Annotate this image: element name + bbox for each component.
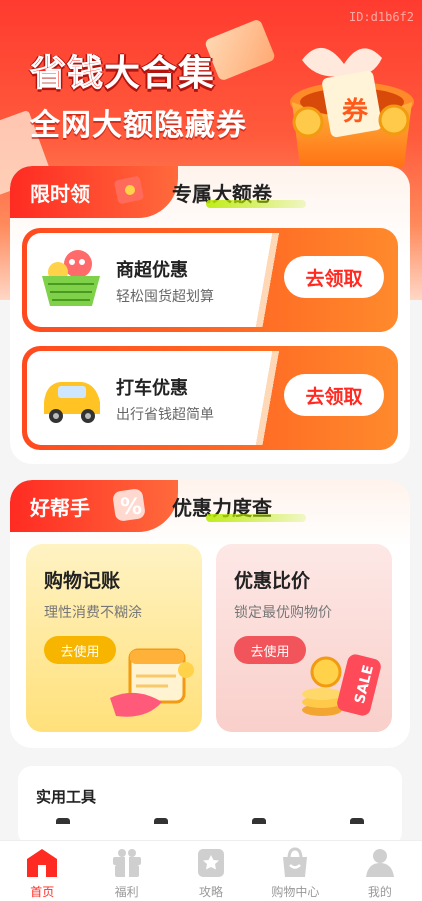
- limited-offer-header: 限时领 专属大额卷: [10, 166, 410, 218]
- tab-underline: [206, 200, 306, 208]
- offer-desc: 轻松囤货超划算: [116, 289, 214, 305]
- svg-text:%: %: [120, 495, 142, 520]
- tab-welfare-label: 福利: [114, 885, 139, 899]
- tool-icon-peek[interactable]: [56, 818, 70, 824]
- claim-button[interactable]: 去领取: [284, 256, 384, 298]
- tool-icon-peek[interactable]: [154, 818, 168, 824]
- sale-tag-icon: SALE: [302, 654, 381, 716]
- home-icon: [27, 849, 58, 877]
- offer-title: 商超优惠: [116, 260, 188, 281]
- limited-offer-card: 限时领 专属大额卷 商超优惠 轻松囤货超划算 去领取 打车优惠 出行省钱超简单 …: [10, 166, 410, 464]
- hero-title-rest: 大合集: [104, 53, 216, 94]
- offer-slant: [244, 233, 284, 327]
- tab-mine-label: 我的: [367, 885, 392, 899]
- red-envelope-icon: [114, 176, 144, 204]
- tab-underline: [206, 514, 306, 522]
- watermark-id: ID:d1b6f2: [348, 10, 414, 24]
- tool-icon-peek[interactable]: [350, 818, 364, 824]
- tool-icon-peek[interactable]: [252, 818, 266, 824]
- price-compare-tile[interactable]: 优惠比价 锁定最优购物价 去使用 SALE: [216, 544, 392, 732]
- offer-title: 打车优惠: [116, 378, 188, 399]
- tab-mine[interactable]: 我的: [338, 841, 422, 901]
- helper-header: 好帮手 % 优惠力度查: [10, 480, 410, 532]
- tile-title: 购物记账: [44, 570, 121, 592]
- user-icon: [365, 849, 394, 877]
- bookkeeping-tile[interactable]: 购物记账 理性消费不糊涂 去使用: [26, 544, 202, 732]
- tab-home[interactable]: 首页: [0, 841, 84, 901]
- offer-slant: [244, 351, 284, 445]
- bottom-tab-bar: 首页 福利 攻略 购物中心 我的: [0, 840, 422, 901]
- tab-helper-label: 好帮手: [30, 496, 90, 520]
- gift-icon: [112, 849, 141, 877]
- helper-card: 好帮手 % 优惠力度查 购物记账 理性消费不糊涂 去使用 优惠比价 锁定最优购物…: [10, 480, 410, 748]
- page: ID:d1b6f2 省钱大合集 全网大额隐藏券 券 限时领 专属大额卷 商超优惠…: [0, 0, 422, 901]
- claim-button[interactable]: 去领取: [284, 374, 384, 416]
- tab-shopping[interactable]: 购物中心: [253, 841, 337, 901]
- tools-section: 实用工具: [18, 766, 402, 846]
- percent-icon: %: [113, 489, 145, 521]
- tile-desc: 锁定最优购物价: [234, 605, 332, 621]
- offer-supermarket[interactable]: 商超优惠 轻松囤货超划算 去领取: [22, 228, 398, 332]
- tab-welfare[interactable]: 福利: [84, 841, 168, 901]
- hero-subtitle: 全网大额隐藏券: [30, 108, 247, 143]
- shopping-bag-icon: [283, 847, 308, 877]
- tab-home-label: 首页: [30, 885, 55, 899]
- tab-limited-label: 限时领: [30, 182, 90, 206]
- guide-icon: [198, 849, 225, 877]
- calendar-icon: [110, 648, 194, 717]
- tile-desc: 理性消费不糊涂: [44, 605, 142, 621]
- shopping-basket-icon: [42, 250, 100, 306]
- offer-desc: 出行省钱超简单: [116, 407, 214, 423]
- hero-title: 省钱大合集: [29, 44, 216, 96]
- tab-shopping-label: 购物中心: [271, 885, 320, 899]
- offer-taxi[interactable]: 打车优惠 出行省钱超简单 去领取: [22, 346, 398, 450]
- car-icon: [44, 382, 100, 423]
- tab-guide-label: 攻略: [199, 885, 224, 899]
- tile-title: 优惠比价: [234, 570, 311, 592]
- hero-title-highlight: 省钱: [29, 53, 105, 95]
- tools-title: 实用工具: [36, 788, 97, 806]
- gift-box-icon: 券: [290, 47, 414, 176]
- tab-guide[interactable]: 攻略: [169, 841, 253, 901]
- coupon-char: 券: [342, 97, 369, 127]
